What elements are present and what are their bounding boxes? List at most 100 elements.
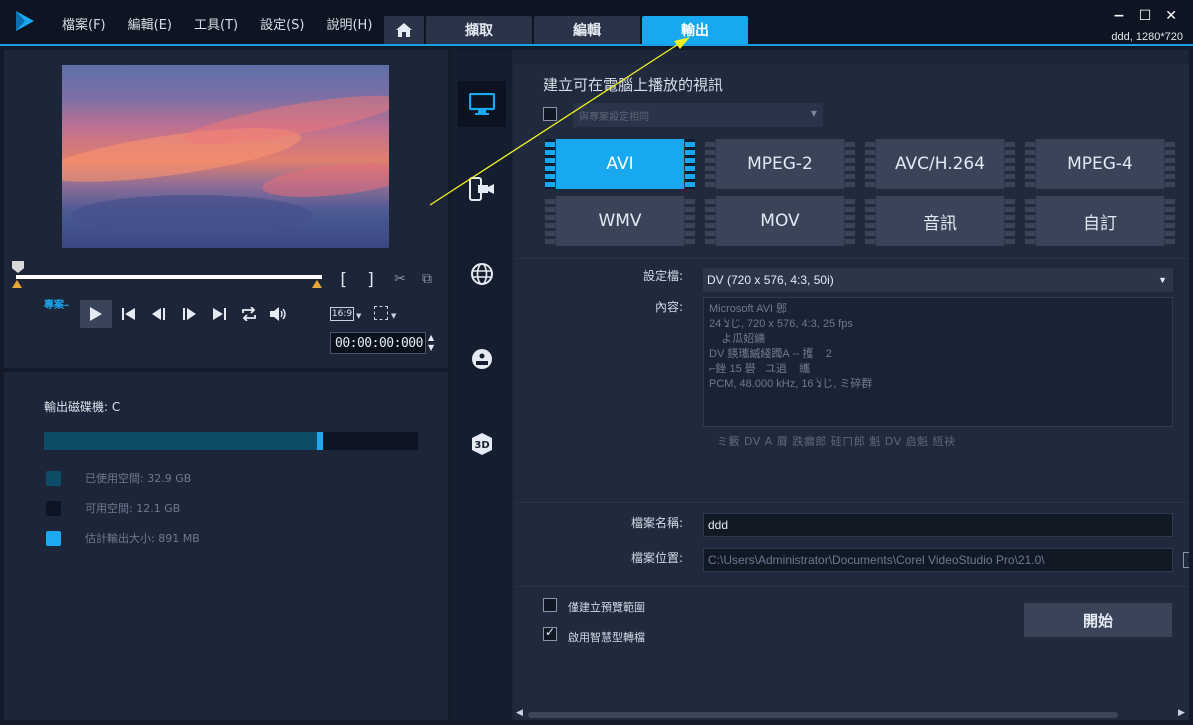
mark-out-button[interactable]: ] — [366, 270, 376, 290]
share-panel: 3D 建立可在電腦上播放的視訊 與專案設定相同 ▼ AVI MPEG-2 AVC… — [452, 50, 1189, 720]
next-frame-button[interactable] — [176, 301, 202, 327]
playback-controls — [80, 300, 292, 328]
previous-frame-button[interactable] — [146, 301, 172, 327]
format-h264-button[interactable]: AVC/H.264 — [865, 139, 1015, 189]
chevron-down-icon: ▼ — [810, 109, 817, 118]
play-button[interactable] — [80, 300, 112, 328]
go-to-start-button[interactable] — [116, 301, 142, 327]
preview-range-checkbox[interactable] — [543, 598, 557, 612]
use-project-settings-checkbox[interactable] — [543, 107, 557, 121]
tab-share[interactable]: 輸出 — [642, 16, 748, 44]
menu-settings[interactable]: 設定(S) — [252, 14, 312, 33]
format-grid: AVI MPEG-2 AVC/H.264 MPEG-4 WMV MOV 音訊 自… — [545, 139, 1175, 246]
legend-label: 可用空間: 12.1 GB — [85, 502, 181, 515]
scrollbar-thumb[interactable] — [528, 712, 1118, 718]
sidebar-item-computer[interactable] — [458, 81, 506, 127]
legend-estimated: 估計輸出大小: 891 MB — [46, 530, 200, 546]
scroll-left-icon[interactable]: ◀ — [516, 708, 523, 718]
timeline-bar[interactable] — [16, 275, 322, 279]
trim-end-handle[interactable] — [312, 280, 322, 288]
start-button[interactable]: 開始 — [1024, 603, 1172, 637]
profile-label: 設定檔: — [642, 269, 683, 283]
sidebar-item-web[interactable] — [458, 251, 506, 297]
aspect-ratio-button[interactable]: 16:9 — [330, 307, 354, 321]
legend-swatch — [46, 530, 61, 546]
timecode-stepper[interactable]: ▲ ▼ — [428, 333, 434, 353]
copy-frame-icon[interactable]: ⧉ — [418, 271, 436, 289]
legend-swatch — [46, 470, 61, 486]
smart-render-checkbox[interactable] — [543, 625, 557, 641]
legend-label: 已使用空間: 32.9 GB — [85, 472, 192, 485]
divider — [514, 502, 1189, 503]
format-avi-button[interactable]: AVI — [545, 139, 695, 189]
maximize-icon[interactable]: ☐ — [1139, 8, 1152, 24]
format-mpeg4-button[interactable]: MPEG-4 — [1025, 139, 1175, 189]
prev-frame-icon — [152, 308, 165, 320]
chevron-down-icon[interactable]: ▼ — [391, 312, 396, 320]
svg-text:3D: 3D — [474, 440, 489, 451]
dvd-disc-icon — [472, 349, 492, 369]
app-window: 檔案(F) 編輯(E) 工具(T) 設定(S) 說明(H) 擷取 編輯 輸出 −… — [0, 0, 1193, 725]
format-mov-button[interactable]: MOV — [705, 196, 855, 246]
menu-bar: 檔案(F) 編輯(E) 工具(T) 設定(S) 說明(H) — [54, 14, 386, 33]
volume-icon — [270, 307, 286, 321]
chevron-down-icon: ▼ — [1158, 275, 1167, 285]
mark-in-button[interactable]: [ — [338, 270, 348, 290]
estimated-size-marker — [317, 432, 323, 450]
trim-start-handle[interactable] — [12, 280, 22, 288]
profile-dropdown[interactable]: DV (720 x 576, 4:3, 50i) ▼ — [703, 268, 1173, 292]
player-panel: [ ] ✂ ⧉ 專案– 16:9 ▼ ▼ 00:00:00:000 ▲ ▼ — [4, 50, 448, 368]
preset-dropdown[interactable]: 與專案設定相同 ▼ — [573, 103, 823, 127]
volume-button[interactable] — [266, 301, 292, 327]
menu-file[interactable]: 檔案(F) — [54, 14, 114, 33]
format-wmv-button[interactable]: WMV — [545, 196, 695, 246]
chevron-down-icon[interactable]: ▼ — [356, 312, 361, 320]
divider — [514, 258, 1189, 259]
repeat-button[interactable] — [236, 301, 262, 327]
output-settings: 建立可在電腦上播放的視訊 與專案設定相同 ▼ AVI MPEG-2 AVC/H.… — [514, 64, 1189, 720]
skip-end-icon — [213, 308, 226, 320]
menu-help[interactable]: 說明(H) — [318, 14, 380, 33]
minimize-icon[interactable]: − — [1113, 8, 1125, 24]
sidebar-item-disc[interactable] — [458, 336, 506, 382]
window-controls: − ☐ ✕ — [1113, 8, 1177, 24]
computer-icon — [469, 93, 495, 115]
filename-input[interactable]: ddd — [703, 513, 1173, 537]
3d-icon: 3D — [472, 433, 492, 455]
horizontal-scrollbar[interactable]: ◀ ▶ — [514, 708, 1189, 720]
timecode-field[interactable]: 00:00:00:000 — [330, 332, 426, 354]
location-label: 檔案位置: — [630, 551, 683, 565]
profile-dropdown-text: DV (720 x 576, 4:3, 50i) — [707, 273, 834, 287]
output-category-sidebar: 3D — [452, 50, 512, 720]
sidebar-item-device[interactable] — [458, 166, 506, 212]
menu-edit[interactable]: 編輯(E) — [120, 14, 180, 33]
cut-icon[interactable]: ✂ — [391, 271, 409, 289]
disk-usage-bar — [44, 432, 418, 450]
scrubber-handle[interactable] — [12, 261, 24, 273]
repeat-icon — [242, 307, 256, 321]
menu-tools[interactable]: 工具(T) — [186, 14, 246, 33]
section-title: 建立可在電腦上播放的視訊 — [543, 76, 724, 94]
tab-capture[interactable]: 擷取 — [426, 16, 532, 44]
selection-icon[interactable] — [374, 306, 388, 320]
title-bar: 檔案(F) 編輯(E) 工具(T) 設定(S) 說明(H) 擷取 編輯 輸出 −… — [0, 0, 1193, 46]
disk-used-fill — [44, 432, 317, 450]
location-input[interactable]: C:\Users\Administrator\Documents\Corel V… — [703, 548, 1173, 572]
next-frame-icon — [183, 308, 196, 320]
divider — [514, 586, 1189, 587]
format-mpeg2-button[interactable]: MPEG-2 — [705, 139, 855, 189]
close-icon[interactable]: ✕ — [1165, 8, 1177, 24]
options-row: ミ籔 DV A 脣 跌瘺郎 硅ㄇ郎 魁 DV 启魁 絚袂 — [717, 435, 956, 448]
format-custom-button[interactable]: 自訂 — [1025, 196, 1175, 246]
sidebar-item-3d[interactable]: 3D — [458, 421, 506, 467]
format-audio-button[interactable]: 音訊 — [865, 196, 1015, 246]
scroll-right-icon[interactable]: ▶ — [1178, 708, 1185, 718]
tab-home[interactable] — [384, 16, 424, 44]
device-icon — [469, 177, 494, 201]
project-mode-label[interactable]: 專案– — [44, 296, 69, 311]
project-info: ddd, 1280*720 — [1111, 31, 1183, 43]
tab-edit[interactable]: 編輯 — [534, 16, 640, 44]
output-drive-label: 輸出磁碟機: C — [44, 400, 121, 414]
go-to-end-button[interactable] — [206, 301, 232, 327]
browse-folder-icon[interactable] — [1183, 552, 1189, 568]
